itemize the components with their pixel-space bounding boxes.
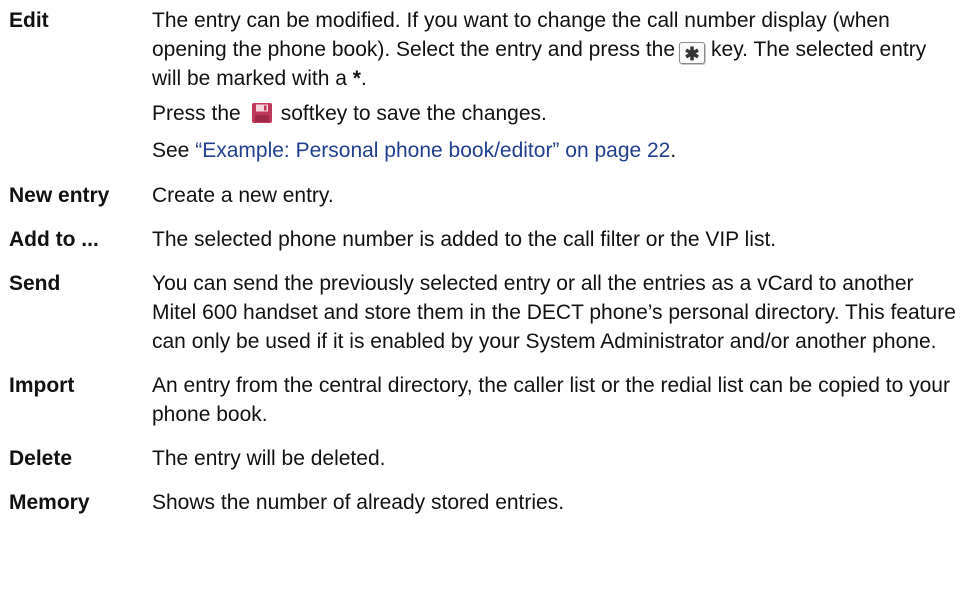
definition-item-new-entry: New entry Create a new entry.: [0, 181, 965, 210]
edit-text-3b: .: [670, 139, 677, 162]
floppy-disk-save-icon: [251, 102, 273, 124]
term-add-to: Add to ...: [9, 228, 99, 251]
edit-text-1c: .: [360, 67, 367, 90]
term-memory: Memory: [9, 491, 90, 514]
term-delete: Delete: [9, 447, 73, 470]
description-memory: Shows the number of already stored entri…: [152, 491, 565, 514]
edit-text-2a: Press the: [152, 102, 241, 125]
cross-reference-link[interactable]: “Example: Personal phone book/editor” on…: [195, 139, 670, 162]
description-import: An entry from the central directory, the…: [152, 374, 950, 426]
description-new-entry: Create a new entry.: [152, 184, 334, 207]
description-edit: The entry can be modified. If you want t…: [152, 6, 957, 165]
definition-item-import: Import An entry from the central directo…: [0, 371, 965, 429]
edit-text-2b: softkey to save the changes.: [280, 102, 547, 125]
description-delete: The entry will be deleted.: [152, 447, 386, 470]
definition-list: Edit The entry can be modified. If you w…: [0, 6, 965, 517]
term-send: Send: [9, 272, 61, 295]
description-send: You can send the previously selected ent…: [152, 272, 956, 353]
definition-item-edit: Edit The entry can be modified. If you w…: [0, 6, 965, 165]
definition-item-add-to: Add to ... The selected phone number is …: [0, 225, 965, 254]
star-key-icon: ✱: [679, 42, 706, 64]
term-edit: Edit: [9, 9, 49, 32]
edit-paragraph-1: The entry can be modified. If you want t…: [152, 6, 957, 93]
term-import: Import: [9, 374, 75, 397]
definition-item-send: Send You can send the previously selecte…: [0, 269, 965, 356]
marker-star: *: [352, 67, 361, 90]
term-new-entry: New entry: [9, 184, 110, 207]
edit-paragraph-3: See “Example: Personal phone book/editor…: [152, 136, 957, 165]
edit-text-3a: See: [152, 139, 190, 162]
description-add-to: The selected phone number is added to th…: [152, 228, 777, 251]
edit-paragraph-2: Press the softkey to save the changes.: [152, 99, 957, 128]
definition-item-memory: Memory Shows the number of already store…: [0, 488, 965, 517]
definition-item-delete: Delete The entry will be deleted.: [0, 444, 965, 473]
